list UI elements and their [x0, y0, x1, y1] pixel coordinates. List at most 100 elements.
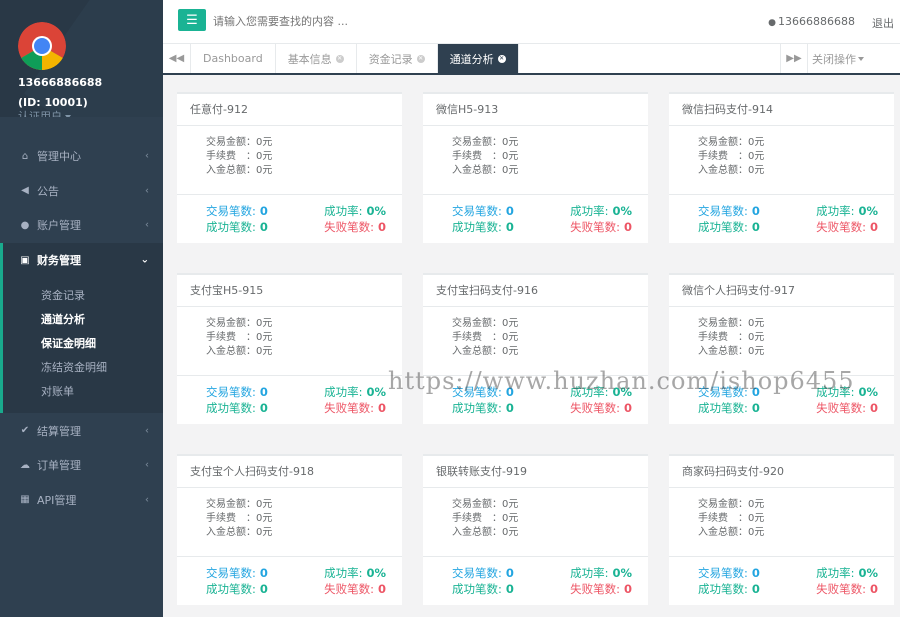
- success-count-label: 成功笔数:: [698, 582, 748, 596]
- stat-row-top: 交易笔数: 0 成功率: 0%: [206, 565, 386, 581]
- fee-value: 0元: [748, 513, 765, 524]
- channel-stats: 交易笔数: 0 成功率: 0% 成功笔数: 0 失败笔数: 0: [177, 195, 402, 243]
- avatar[interactable]: [18, 22, 66, 70]
- success-rate-stat: 成功率: 0%: [570, 203, 632, 219]
- tabs-scroll-right-button[interactable]: ▶▶: [780, 44, 808, 73]
- stat-row-top: 交易笔数: 0 成功率: 0%: [698, 565, 878, 581]
- profile-role-dropdown[interactable]: 认证用户: [18, 110, 163, 117]
- fail-count-stat: 失败笔数: 0: [570, 219, 632, 235]
- success-rate-stat: 成功率: 0%: [816, 203, 878, 219]
- trade-count-label: 交易笔数:: [698, 385, 748, 399]
- trade-amount-row: 交易金额：0元: [698, 317, 878, 331]
- tab-dashboard[interactable]: Dashboard: [191, 44, 276, 73]
- trade-amount-value: 0元: [502, 137, 519, 148]
- close-icon[interactable]: ✕: [497, 54, 506, 63]
- success-count-label: 成功笔数:: [452, 220, 502, 234]
- user-icon: ●: [20, 219, 30, 231]
- trade-amount-value: 0元: [256, 499, 273, 510]
- trade-amount-value: 0元: [748, 137, 765, 148]
- sidebar-item-account[interactable]: ● 账户管理 ‹: [0, 208, 163, 243]
- success-rate-label: 成功率:: [816, 566, 855, 580]
- channel-card-1: 任意付-912 交易金额：0元 手续费 ：0元 入金总额：0元 交易笔数: 0 成…: [177, 92, 402, 243]
- trade-count-value: 0: [751, 566, 760, 580]
- fail-count-stat: 失败笔数: 0: [570, 581, 632, 597]
- success-count-label: 成功笔数:: [452, 582, 502, 596]
- fee-label: 手续费 ：: [698, 151, 748, 162]
- deposit-total-value: 0元: [748, 346, 765, 357]
- tab-fund-records[interactable]: 资金记录 ✕: [357, 44, 438, 73]
- success-count-stat: 成功笔数: 0: [452, 581, 514, 597]
- channel-analysis-content: 任意付-912 交易金额：0元 手续费 ：0元 入金总额：0元 交易笔数: 0 成…: [163, 75, 900, 617]
- trade-count-stat: 交易笔数: 0: [698, 565, 760, 581]
- close-operations-dropdown[interactable]: 关闭操作: [808, 44, 868, 73]
- close-icon[interactable]: ✕: [416, 54, 425, 63]
- subnav-item-channel-analysis[interactable]: 通道分析: [3, 307, 163, 331]
- close-icon[interactable]: ✕: [335, 54, 344, 63]
- tab-basic-info[interactable]: 基本信息 ✕: [276, 44, 357, 73]
- menu-toggle-button[interactable]: ☰: [178, 9, 206, 31]
- fail-count-value: 0: [623, 582, 632, 596]
- fee-label: 手续费 ：: [206, 513, 256, 524]
- stat-row-bottom: 成功笔数: 0 失败笔数: 0: [698, 219, 878, 235]
- stat-row-bottom: 成功笔数: 0 失败笔数: 0: [698, 400, 878, 416]
- sidebar-item-dashboard[interactable]: ⌂ 管理中心 ‹: [0, 139, 163, 174]
- success-count-value: 0: [751, 401, 760, 415]
- channel-title: 微信扫码支付-914: [669, 94, 894, 126]
- tab-channel-analysis[interactable]: 通道分析 ✕: [437, 44, 519, 73]
- sidebar-item-finance[interactable]: ▣ 财务管理 ⌄: [0, 242, 163, 278]
- success-count-label: 成功笔数:: [206, 582, 256, 596]
- trade-count-stat: 交易笔数: 0: [698, 203, 760, 219]
- chevron-left-icon: ‹: [145, 185, 149, 197]
- subnav-item-fund-records[interactable]: 资金记录: [3, 283, 163, 307]
- chevron-left-icon: ‹: [145, 459, 149, 471]
- subnav-item-frozen-funds[interactable]: 冻结资金明细: [3, 355, 163, 379]
- tabs-scroll-left-button[interactable]: ◀◀: [163, 44, 191, 73]
- deposit-total-row: 入金总额：0元: [698, 526, 878, 540]
- deposit-total-row: 入金总额：0元: [206, 164, 386, 178]
- trade-count-label: 交易笔数:: [698, 566, 748, 580]
- channel-amounts: 交易金额：0元 手续费 ：0元 入金总额：0元: [177, 488, 402, 557]
- deposit-total-row: 入金总额：0元: [452, 164, 632, 178]
- topbar-user[interactable]: ● 13666886688: [768, 15, 855, 28]
- fail-count-value: 0: [377, 582, 386, 596]
- sidebar-item-notice[interactable]: ◀ 公告 ‹: [0, 174, 163, 209]
- fee-label: 手续费 ：: [698, 513, 748, 524]
- fail-count-value: 0: [377, 401, 386, 415]
- trade-amount-value: 0元: [748, 499, 765, 510]
- stat-row-top: 交易笔数: 0 成功率: 0%: [452, 203, 632, 219]
- channel-title: 支付宝扫码支付-916: [423, 275, 648, 307]
- sidebar-item-settlement[interactable]: ✔ 结算管理 ‹: [0, 413, 163, 448]
- double-left-icon: ◀◀: [168, 53, 185, 64]
- double-right-icon: ▶▶: [786, 53, 802, 64]
- profile-panel: 13666886688 (ID: 10001) 认证用户: [0, 0, 163, 117]
- fail-count-label: 失败笔数:: [816, 220, 866, 234]
- success-count-value: 0: [505, 220, 514, 234]
- sidebar-item-api[interactable]: ▦ API管理 ‹: [0, 482, 163, 517]
- subnav-item-statement[interactable]: 对账单: [3, 379, 163, 403]
- topbar: ☰ ●13666886688 退出: [163, 0, 900, 44]
- stat-row-bottom: 成功笔数: 0 失败笔数: 0: [452, 581, 632, 597]
- success-rate-value: 0%: [612, 385, 632, 399]
- bank-icon: ▦: [20, 494, 30, 506]
- channel-title: 微信H5-913: [423, 94, 648, 126]
- success-rate-stat: 成功率: 0%: [324, 384, 386, 400]
- sidebar-item-orders[interactable]: ☁ 订单管理 ‹: [0, 448, 163, 483]
- close-operations-label: 关闭操作: [812, 52, 856, 66]
- channel-amounts: 交易金额：0元 手续费 ：0元 入金总额：0元: [669, 488, 894, 557]
- stat-row-bottom: 成功笔数: 0 失败笔数: 0: [452, 219, 632, 235]
- subnav-item-deposit-details[interactable]: 保证金明细: [3, 331, 163, 355]
- channel-card-2: 微信H5-913 交易金额：0元 手续费 ：0元 入金总额：0元 交易笔数: 0 …: [423, 92, 648, 243]
- success-count-stat: 成功笔数: 0: [452, 400, 514, 416]
- trade-amount-row: 交易金额：0元: [206, 498, 386, 512]
- success-rate-value: 0%: [858, 204, 878, 218]
- trade-amount-label: 交易金额：: [452, 318, 502, 329]
- trade-amount-label: 交易金额：: [206, 137, 256, 148]
- success-rate-value: 0%: [858, 385, 878, 399]
- fee-label: 手续费 ：: [206, 151, 256, 162]
- check-icon: ✔: [20, 425, 30, 437]
- success-count-stat: 成功笔数: 0: [206, 400, 268, 416]
- logout-link[interactable]: 退出: [872, 15, 894, 31]
- search-input[interactable]: [213, 10, 513, 32]
- deposit-total-value: 0元: [748, 527, 765, 538]
- trade-count-value: 0: [259, 566, 268, 580]
